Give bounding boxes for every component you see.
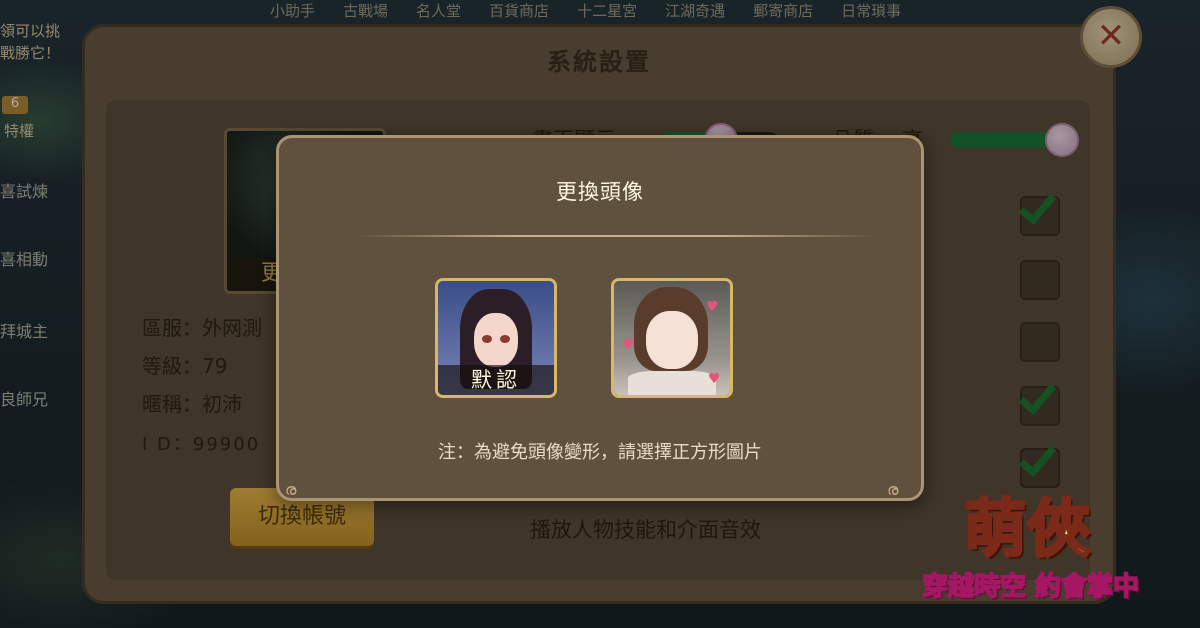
- corner-ornament-icon: ര: [285, 480, 297, 499]
- square-image-note: 注：為避免頭像變形，請選擇正方形圖片: [438, 442, 762, 463]
- avatar-eye: [482, 335, 492, 343]
- change-avatar-dialog: 更換頭像 默認 ♥ ♥ ♥ 注：為避免頭像變形，請選擇正方形圖片 ര ര: [276, 135, 924, 501]
- avatar-face: [474, 313, 518, 367]
- heart-icon: ♥: [708, 371, 721, 387]
- default-avatar-caption: 默認: [438, 365, 554, 395]
- heart-icon: ♥: [706, 299, 719, 315]
- corner-ornament-icon: ര: [887, 480, 899, 499]
- dialog-title: 更換頭像: [556, 180, 644, 204]
- avatar-eye: [500, 335, 510, 343]
- logo-slogan: 穿越時空 約會掌中: [921, 571, 1140, 603]
- heart-icon: ♥: [622, 337, 635, 353]
- dialog-divider: [359, 235, 875, 237]
- photo-avatar-option[interactable]: ♥ ♥ ♥: [611, 278, 733, 398]
- default-avatar-option[interactable]: 默認: [435, 278, 557, 398]
- photo-shirt: [628, 371, 716, 395]
- logo-title: 萌俠: [962, 491, 1093, 567]
- photo-face: [646, 311, 698, 369]
- game-logo: 萌俠 穿越時空 約會掌中: [916, 476, 1172, 616]
